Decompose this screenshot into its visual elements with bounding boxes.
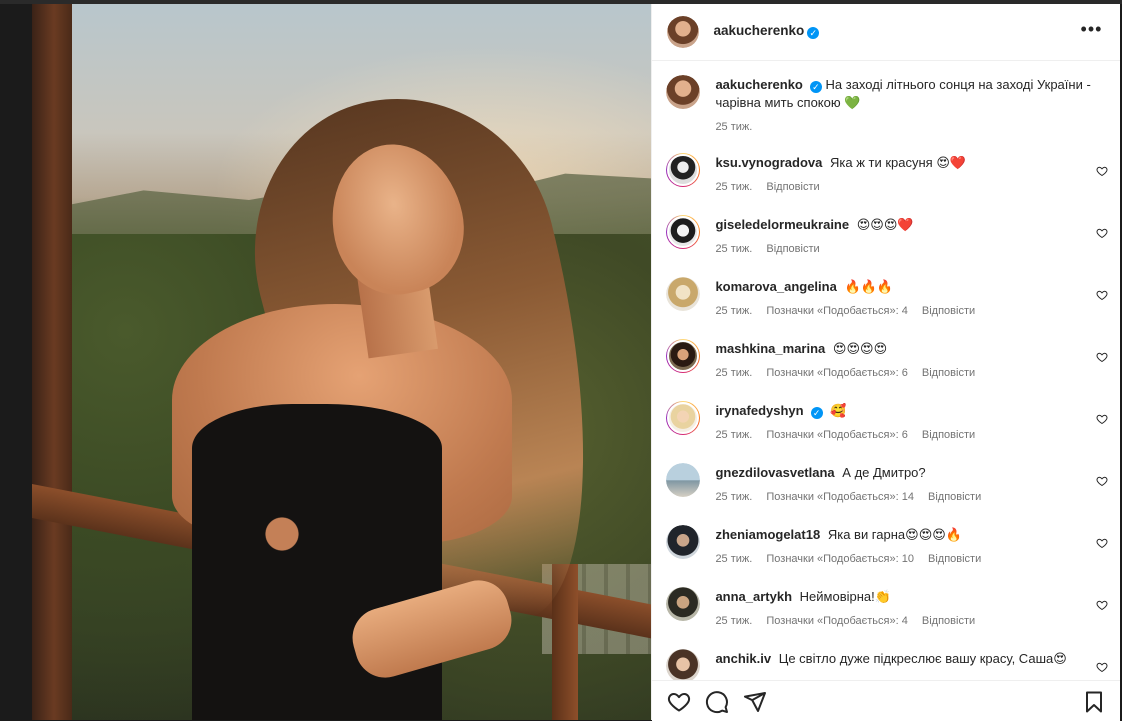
heart-icon[interactable] (667, 690, 691, 714)
commenter-avatar[interactable] (666, 401, 701, 435)
comment-likes[interactable]: Позначки «Подобається»: 4 (766, 305, 907, 317)
reply-button[interactable]: Відповісти (766, 243, 819, 255)
comment-text: ksu.vynogradova Яка ж ти красуня 😍❤️ (715, 154, 1075, 172)
photo-wooden-post (32, 4, 72, 720)
comment-username[interactable]: giseledelormeukraine (715, 217, 849, 232)
comment-time[interactable]: 25 тиж. (715, 243, 752, 255)
post-actions (652, 680, 1121, 721)
comment-body: А де Дмитро? (842, 465, 926, 480)
verified-badge-icon: ✓ (807, 27, 820, 39)
comment-username[interactable]: komarova_angelina (715, 279, 836, 294)
comment-text: anna_artykh Неймовірна!👏 (715, 588, 1075, 606)
comment-body: 🔥🔥🔥 (844, 279, 894, 294)
heart-icon[interactable] (1096, 351, 1108, 363)
comment-likes[interactable]: Позначки «Подобається»: 14 (766, 491, 914, 503)
comment-username[interactable]: zheniamogelat18 (715, 527, 820, 542)
caption-meta: 25 тиж. (715, 121, 763, 133)
comment-meta: 25 тиж. Позначки «Подобається»: 14 Відпо… (715, 491, 992, 503)
comment-time[interactable]: 25 тиж. (715, 553, 752, 565)
commenter-avatar[interactable] (666, 587, 701, 621)
comment-body: 😍😍😍😍 (832, 341, 888, 356)
comment-username[interactable]: anchik.iv (715, 651, 771, 666)
heart-icon[interactable] (1096, 227, 1108, 239)
heart-icon[interactable] (1096, 475, 1108, 487)
comment-meta: 25 тиж. Позначки «Подобається»: 4 Відпов… (715, 305, 986, 317)
comment-username[interactable]: gnezdilovasvetlana (715, 465, 834, 480)
verified-badge-icon: ✓ (809, 81, 822, 93)
caption-time[interactable]: 25 тиж. (715, 121, 752, 133)
comment-username[interactable]: ksu.vynogradova (715, 155, 822, 170)
send-icon[interactable] (743, 690, 767, 714)
comment-username[interactable]: irynafedyshyn (715, 403, 803, 418)
comment-text: mashkina_marina 😍😍😍😍 (715, 340, 1075, 358)
reply-button[interactable]: Відповісти (922, 367, 975, 379)
heart-icon[interactable] (1096, 413, 1108, 425)
photo-dress-cutout (252, 504, 312, 564)
comment-time[interactable]: 25 тиж. (715, 367, 752, 379)
comment-text: anchik.iv Це світло дуже підкреслює вашу… (715, 650, 1075, 668)
more-options-icon[interactable]: ••• (1081, 20, 1103, 38)
reply-button[interactable]: Відповісти (928, 491, 981, 503)
comment-meta: 25 тиж. Позначки «Подобається»: 10 Відпо… (715, 553, 992, 565)
author-username-text: aakucherenko (713, 23, 805, 38)
comment-body: 😍😍😍❤️ (856, 217, 914, 232)
heart-icon[interactable] (1096, 289, 1108, 301)
comment-meta: 25 тиж. Відповісти (715, 243, 830, 255)
caption-text: aakucherenko ✓ На заході літнього сонця н… (715, 76, 1095, 112)
comment-time[interactable]: 25 тиж. (715, 491, 752, 503)
heart-icon[interactable] (1096, 165, 1108, 177)
comment-time[interactable]: 25 тиж. (715, 429, 752, 441)
comment-text: komarova_angelina 🔥🔥🔥 (715, 278, 1075, 296)
comment-meta: 25 тиж. Позначки «Подобається»: 4 Відпов… (715, 615, 986, 627)
commenter-avatar[interactable] (666, 463, 701, 497)
commenter-avatar[interactable] (666, 339, 701, 373)
commenter-avatar[interactable] (666, 153, 701, 187)
heart-icon[interactable] (1096, 599, 1108, 611)
comment-body: Неймовірна!👏 (799, 589, 891, 604)
comment-body: Це світло дуже підкреслює вашу красу, Са… (778, 651, 1067, 666)
commenter-avatar[interactable] (666, 649, 701, 681)
reply-button[interactable]: Відповісти (922, 305, 975, 317)
reply-button[interactable]: Відповісти (766, 181, 819, 193)
comment-time[interactable]: 25 тиж. (715, 615, 752, 627)
author-username[interactable]: aakucherenko ✓ (713, 23, 820, 39)
comment-likes[interactable]: Позначки «Подобається»: 6 (766, 367, 907, 379)
comment-time[interactable]: 25 тиж. (715, 181, 752, 193)
comment-text: irynafedyshyn ✓ 🥰 (715, 402, 1075, 420)
reply-button[interactable]: Відповісти (922, 615, 975, 627)
comment-body: 🥰 (830, 403, 847, 418)
comment-bubble-icon[interactable] (705, 690, 729, 714)
comment-text: zheniamogelat18 Яка ви гарна😍😍😍🔥 (715, 526, 1075, 544)
post-header: aakucherenko ✓ ••• (652, 4, 1121, 61)
comment-text: gnezdilovasvetlana А де Дмитро? (715, 464, 1075, 482)
reply-button[interactable]: Відповісти (922, 429, 975, 441)
commenter-avatar[interactable] (666, 525, 701, 559)
comment-time[interactable]: 25 тиж. (715, 305, 752, 317)
commenter-avatar[interactable] (666, 215, 701, 249)
bookmark-icon[interactable] (1082, 690, 1106, 714)
comment-username[interactable]: mashkina_marina (715, 341, 825, 356)
comments-list[interactable]: aakucherenko ✓ На заході літнього сонця н… (652, 61, 1120, 681)
comment-meta: 25 тиж. Позначки «Подобається»: 6 Відпов… (715, 367, 986, 379)
comment-meta: 25 тиж. Відповісти (715, 181, 830, 193)
caption-username[interactable]: aakucherenko (715, 77, 802, 92)
heart-icon[interactable] (1096, 661, 1108, 673)
author-avatar[interactable] (667, 16, 700, 48)
post-photo[interactable] (32, 4, 652, 720)
heart-icon[interactable] (1096, 537, 1108, 549)
comment-meta: 25 тиж. Позначки «Подобається»: 6 Відпов… (715, 429, 986, 441)
comment-body: Яка ви гарна😍😍😍🔥 (827, 527, 962, 542)
post-modal: aakucherenko ✓ ••• aakucherenko ✓ На заход… (32, 4, 1121, 721)
commenter-avatar[interactable] (666, 277, 701, 311)
post-side-panel: aakucherenko ✓ ••• aakucherenko ✓ На заход… (651, 4, 1121, 721)
comment-likes[interactable]: Позначки «Подобається»: 10 (766, 553, 914, 565)
verified-badge-icon: ✓ (810, 407, 823, 419)
comment-likes[interactable]: Позначки «Подобається»: 6 (766, 429, 907, 441)
comment-text: giseledelormeukraine 😍😍😍❤️ (715, 216, 1075, 234)
comment-username[interactable]: anna_artykh (715, 589, 792, 604)
caption-author-avatar[interactable] (666, 75, 701, 109)
reply-button[interactable]: Відповісти (928, 553, 981, 565)
comment-likes[interactable]: Позначки «Подобається»: 4 (766, 615, 907, 627)
comment-body: Яка ж ти красуня 😍❤️ (830, 155, 967, 170)
